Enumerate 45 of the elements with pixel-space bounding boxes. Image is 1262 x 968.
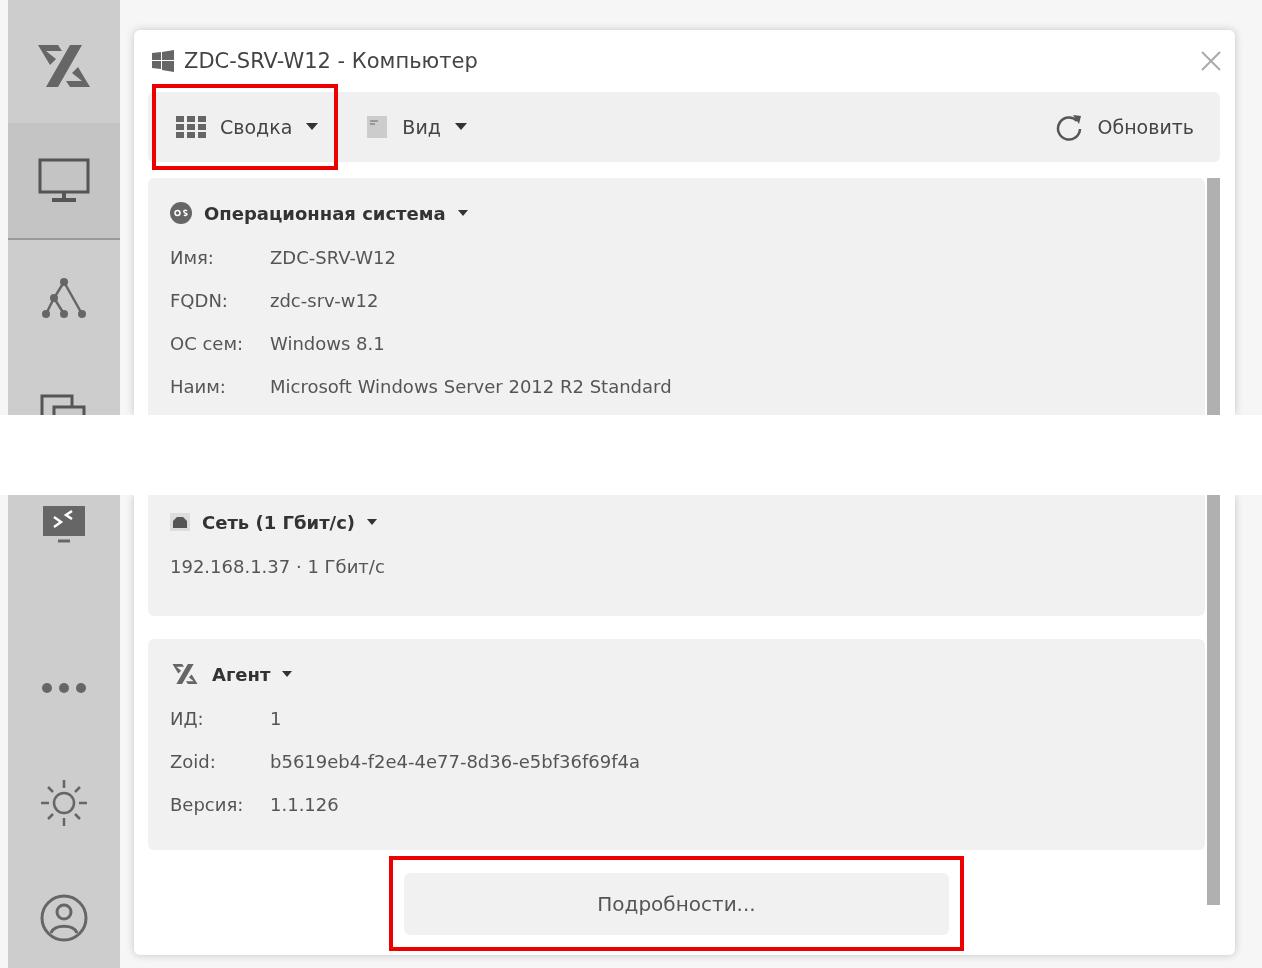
scrollbar[interactable] xyxy=(1207,178,1220,415)
dropdown-button[interactable]: Вид xyxy=(352,109,481,145)
document-icon xyxy=(366,115,389,139)
monitor-icon xyxy=(38,157,90,204)
hierarchy-icon xyxy=(41,275,87,320)
remote-desktop-icon xyxy=(42,505,86,545)
field-label: Версия: xyxy=(170,794,245,815)
field-label: ИД: xyxy=(170,708,205,729)
caret-icon[interactable] xyxy=(457,209,468,217)
section-title[interactable]: Сеть (1 Гбит/с) xyxy=(202,511,356,533)
field-value: 1.1.126 xyxy=(270,794,339,815)
window-title: ZDC-SRV-W12 - Компьютер xyxy=(184,49,478,73)
network-port-icon xyxy=(170,513,190,531)
field-label: FQDN: xyxy=(170,290,229,311)
field-label: ОС сем: xyxy=(170,333,245,354)
caret-icon[interactable] xyxy=(282,670,293,678)
field-label: Zoid: xyxy=(170,751,217,772)
sidebar-item[interactable] xyxy=(8,123,120,240)
more-icon xyxy=(41,681,87,694)
scrollbar[interactable] xyxy=(1207,495,1220,905)
network-info: 192.168.1.37 · 1 Гбит/с xyxy=(170,555,386,579)
user-icon xyxy=(40,893,88,942)
refresh-icon xyxy=(1055,113,1084,141)
field-label: Имя: xyxy=(170,247,215,268)
grid-icon xyxy=(176,116,206,138)
refresh-button[interactable]: Обновить xyxy=(1041,107,1206,147)
field-value: Windows 8.1 xyxy=(270,333,385,354)
field-value: Microsoft Windows Server 2012 R2 Standard xyxy=(270,376,672,397)
field-value: ZDC-SRV-W12 xyxy=(270,247,396,268)
caret-icon xyxy=(454,123,467,131)
field-label: Наим: xyxy=(170,376,227,397)
caret-icon xyxy=(306,123,319,131)
close-icon[interactable] xyxy=(1201,51,1221,71)
field-value: zdc-srv-w12 xyxy=(270,290,379,311)
sun-icon xyxy=(39,777,89,828)
section-title[interactable]: Агент xyxy=(212,663,271,685)
os-badge-icon xyxy=(170,202,192,224)
dropdown-button[interactable]: Сводка xyxy=(162,110,333,144)
details-button[interactable]: Подробности... xyxy=(404,873,949,935)
section-title[interactable]: Операционная система xyxy=(204,202,446,224)
field-value: b5619eb4-f2e4-4e77-8d36-e5bf36f69f4a xyxy=(270,751,640,772)
field-value: 1 xyxy=(270,708,282,729)
caret-icon[interactable] xyxy=(367,518,378,526)
logo-icon xyxy=(170,662,200,686)
windows-logo-icon xyxy=(152,50,174,72)
